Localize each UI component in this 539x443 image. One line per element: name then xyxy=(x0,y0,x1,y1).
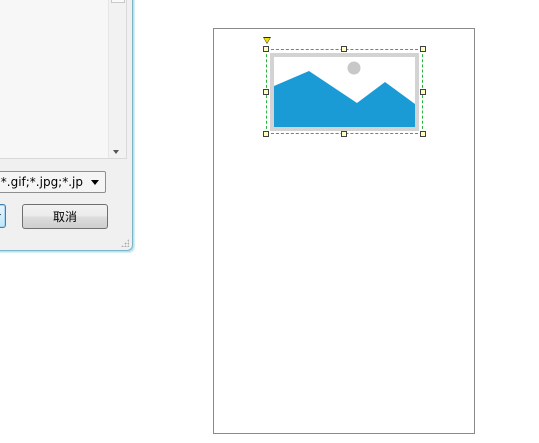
split-dropdown-arrow-icon[interactable] xyxy=(0,214,1,218)
resize-handle-top-right[interactable] xyxy=(420,46,426,52)
resize-handle-bottom-left[interactable] xyxy=(263,131,269,137)
file-list-scrollbar[interactable] xyxy=(108,0,126,158)
scroll-down-arrow-icon[interactable] xyxy=(113,150,119,154)
resize-grip-icon[interactable] xyxy=(121,239,129,247)
file-type-select[interactable]: s (*.gif;*.jpg;*.jp xyxy=(0,171,106,193)
open-file-dialog: s (*.gif;*.jpg;*.jp 取消 xyxy=(0,0,133,251)
file-type-select-value: s (*.gif;*.jpg;*.jp xyxy=(0,175,83,189)
open-button[interactable] xyxy=(0,204,6,228)
chevron-down-icon xyxy=(91,180,99,185)
image-placeholder-graphic xyxy=(274,57,415,127)
file-list[interactable] xyxy=(0,0,127,159)
cancel-button[interactable]: 取消 xyxy=(22,204,108,229)
resize-handle-left[interactable] xyxy=(263,89,269,95)
resize-handle-bottom-right[interactable] xyxy=(420,131,426,137)
resize-handle-bottom[interactable] xyxy=(341,131,347,137)
sun-icon xyxy=(347,61,361,75)
resize-handle-top-left[interactable] xyxy=(263,46,269,52)
resize-handle-right[interactable] xyxy=(420,89,426,95)
resize-handle-top[interactable] xyxy=(341,46,347,52)
scrollbar-thumb[interactable] xyxy=(111,0,125,3)
anchor-marker-icon[interactable] xyxy=(263,37,271,44)
image-placeholder-icon[interactable] xyxy=(270,53,419,131)
